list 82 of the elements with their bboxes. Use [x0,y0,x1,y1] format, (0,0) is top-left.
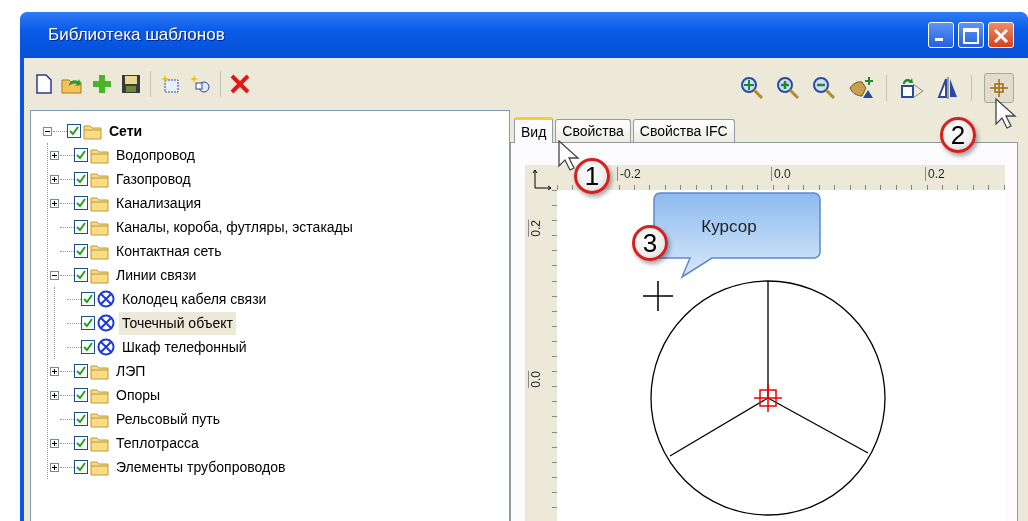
tree-item[interactable]: Колодец кабеля связи [119,287,270,311]
expand-toggle[interactable] [49,270,59,280]
ruler-label: -0.2 [617,167,641,181]
ruler-label: 0.0 [528,371,543,388]
folder-icon [90,146,109,164]
folder-icon [90,458,109,476]
ruler-label: 0.0 [771,167,791,181]
checkbox[interactable] [74,268,88,282]
tree-item[interactable]: Шкаф телефонный [119,335,250,359]
tree-item[interactable]: Контактная сеть [113,239,225,263]
checkbox[interactable] [81,316,95,330]
mirror-icon[interactable] [937,76,959,100]
folder-icon [90,218,109,236]
folder-icon [90,194,109,212]
checkbox[interactable] [74,220,88,234]
zoom-extents-icon[interactable] [740,76,764,100]
checkbox[interactable] [67,124,81,138]
tab[interactable]: Вид [514,117,554,143]
expand-toggle[interactable] [49,438,59,448]
folder-icon [90,170,109,188]
expand-toggle[interactable] [49,198,59,208]
folder-icon [90,362,109,380]
folder-icon [83,122,102,140]
minimize-button[interactable] [928,22,954,48]
checkbox[interactable] [74,436,88,450]
delete-icon[interactable] [230,74,250,94]
folder-icon [90,242,109,260]
checkbox[interactable] [74,412,88,426]
tree-item[interactable]: Теплотрасса [113,431,202,455]
hand-icon[interactable] [848,76,874,100]
sparkle-shapes-icon[interactable] [189,74,211,94]
checkbox[interactable] [74,460,88,474]
tree-item[interactable]: Канализация [113,191,205,215]
new-document-icon[interactable] [36,74,52,94]
window-title: Библиотека шаблонов [48,24,225,47]
zoom-in-icon[interactable] [776,76,800,100]
folder-icon [90,386,109,404]
tree-item[interactable]: Элементы трубопроводов [113,455,289,479]
maximize-button[interactable] [958,22,984,48]
crosshair-cursor-icon [643,281,673,311]
expand-toggle[interactable] [49,390,59,400]
tree-item[interactable]: Газопровод [113,167,194,191]
axes-icon [531,167,553,190]
checkbox[interactable] [74,196,88,210]
checkbox[interactable] [74,388,88,402]
expand-toggle[interactable] [49,174,59,184]
ruler-label: 0.2 [528,220,543,237]
expand-toggle[interactable] [49,462,59,472]
expand-toggle[interactable] [49,366,59,376]
folder-icon [90,410,109,428]
circle-cross-icon [97,314,115,332]
circle-cross-icon [97,290,115,308]
tree-item[interactable]: Точечный объект [119,311,236,335]
zoom-out-icon[interactable] [812,76,836,100]
tree-item[interactable]: Водопровод [113,143,198,167]
tree-item[interactable]: Линии связи [113,263,200,287]
checkbox[interactable] [74,172,88,186]
close-button[interactable] [988,22,1014,48]
tab[interactable]: Свойства IFC [632,119,735,142]
checkbox[interactable] [74,244,88,258]
crosshair-icon [990,79,1008,97]
tree-item[interactable]: ЛЭП [113,359,149,383]
folder-icon [90,434,109,452]
rotate-icon[interactable] [899,76,925,100]
minimize-icon [935,38,943,41]
tree-item[interactable]: Сети [106,119,146,143]
checkbox[interactable] [74,364,88,378]
ruler-label: 0.2 [925,167,945,181]
pointer-icon [995,98,1017,130]
circle-cross-icon [97,338,115,356]
checkbox[interactable] [81,340,95,354]
tab[interactable]: Свойства [555,119,631,142]
expand-toggle[interactable] [49,150,59,160]
tree-item[interactable]: Каналы, короба, футляры, эстакады [113,215,356,239]
crosshair-button[interactable] [984,73,1014,103]
checkbox[interactable] [81,292,95,306]
expand-toggle[interactable] [42,126,52,136]
tree-item[interactable]: Рельсовый путь [113,407,223,431]
folder-icon [90,266,109,284]
save-icon[interactable] [121,74,141,94]
tree-item[interactable]: Опоры [113,383,164,407]
checkbox[interactable] [74,148,88,162]
